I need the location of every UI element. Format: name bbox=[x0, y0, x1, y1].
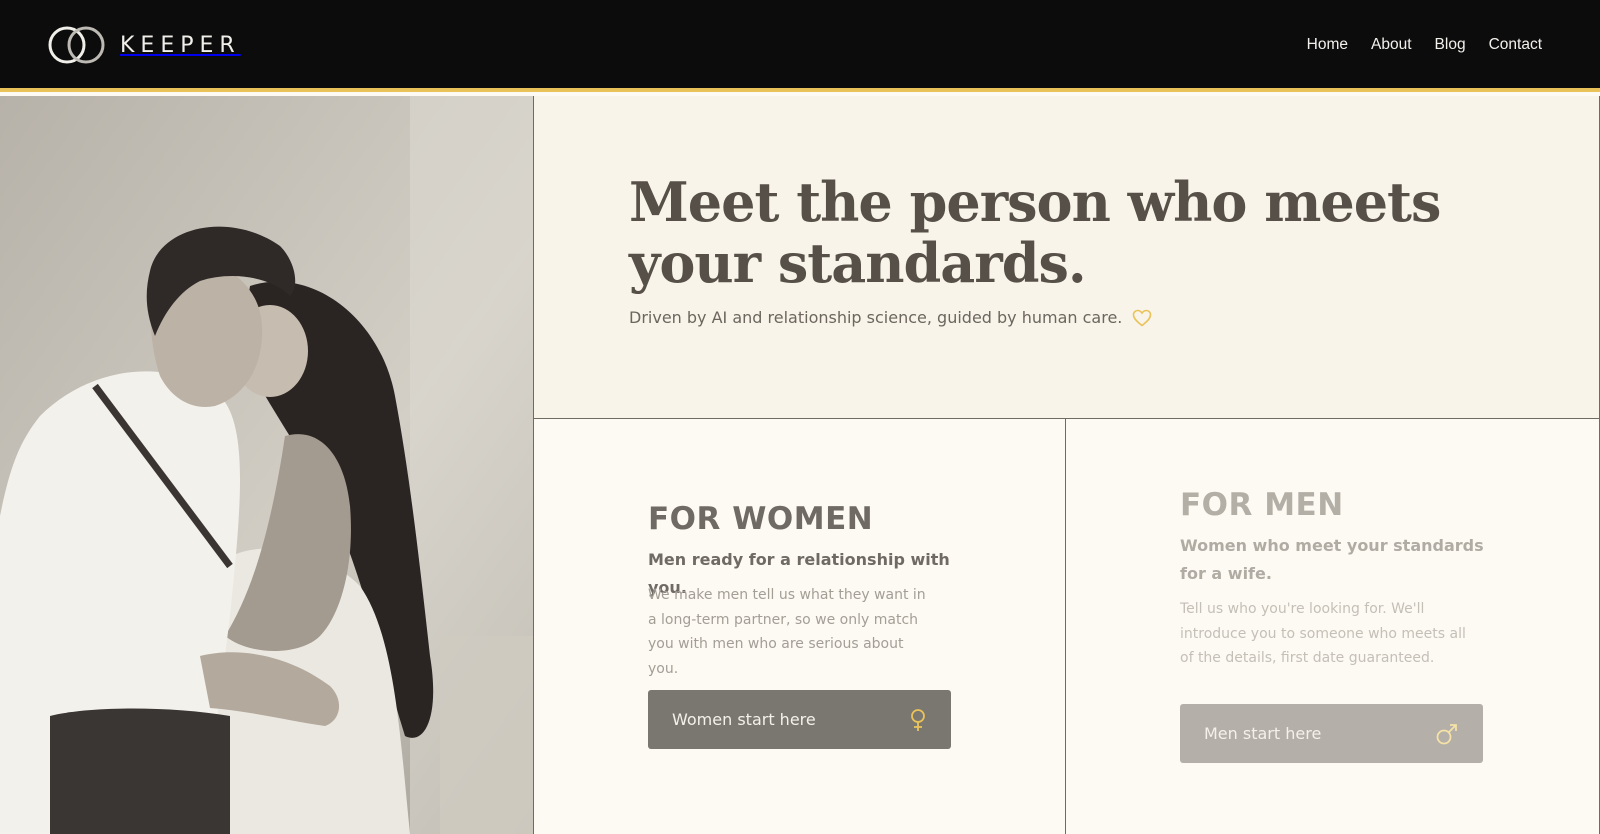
logo[interactable]: KEEPER bbox=[48, 26, 241, 64]
nav-about[interactable]: About bbox=[1371, 36, 1412, 54]
hero-subtitle: Driven by AI and relationship science, g… bbox=[629, 308, 1123, 327]
men-title: FOR MEN bbox=[1180, 487, 1344, 523]
women-start-button[interactable]: Women start here bbox=[648, 690, 951, 749]
hero-subtitle-row: Driven by AI and relationship science, g… bbox=[629, 308, 1152, 327]
hero-headline: Meet the person who meets your standards… bbox=[629, 170, 1441, 295]
nav-home[interactable]: Home bbox=[1307, 36, 1348, 54]
site-header: KEEPER Home About Blog Contact bbox=[0, 0, 1600, 92]
women-start-button-label: Women start here bbox=[672, 710, 816, 729]
heart-outline-icon bbox=[1133, 309, 1152, 327]
men-description: Tell us who you're looking for. We'll in… bbox=[1180, 601, 1466, 666]
brand-name: KEEPER bbox=[120, 32, 241, 58]
couple-illustration bbox=[0, 96, 533, 834]
rings-logo-icon bbox=[48, 26, 105, 64]
men-start-button[interactable]: Men start here bbox=[1180, 704, 1483, 763]
couple-photo bbox=[0, 96, 533, 834]
men-start-button-label: Men start here bbox=[1204, 724, 1322, 743]
nav-contact[interactable]: Contact bbox=[1489, 36, 1542, 54]
nav-blog[interactable]: Blog bbox=[1435, 36, 1466, 54]
women-description: We make men tell us what they want in a … bbox=[648, 587, 926, 677]
women-title: FOR WOMEN bbox=[648, 501, 874, 537]
men-card: FOR MEN Women who meet your standards fo… bbox=[1066, 419, 1600, 834]
women-card: FOR WOMEN Men ready for a relationship w… bbox=[533, 419, 1066, 834]
male-symbol-icon bbox=[1436, 723, 1457, 744]
female-symbol-icon bbox=[911, 708, 925, 731]
main-nav: Home About Blog Contact bbox=[1307, 36, 1542, 54]
men-tagline: Women who meet your standards for a wife… bbox=[1180, 536, 1484, 583]
hero-section: Meet the person who meets your standards… bbox=[533, 96, 1600, 419]
